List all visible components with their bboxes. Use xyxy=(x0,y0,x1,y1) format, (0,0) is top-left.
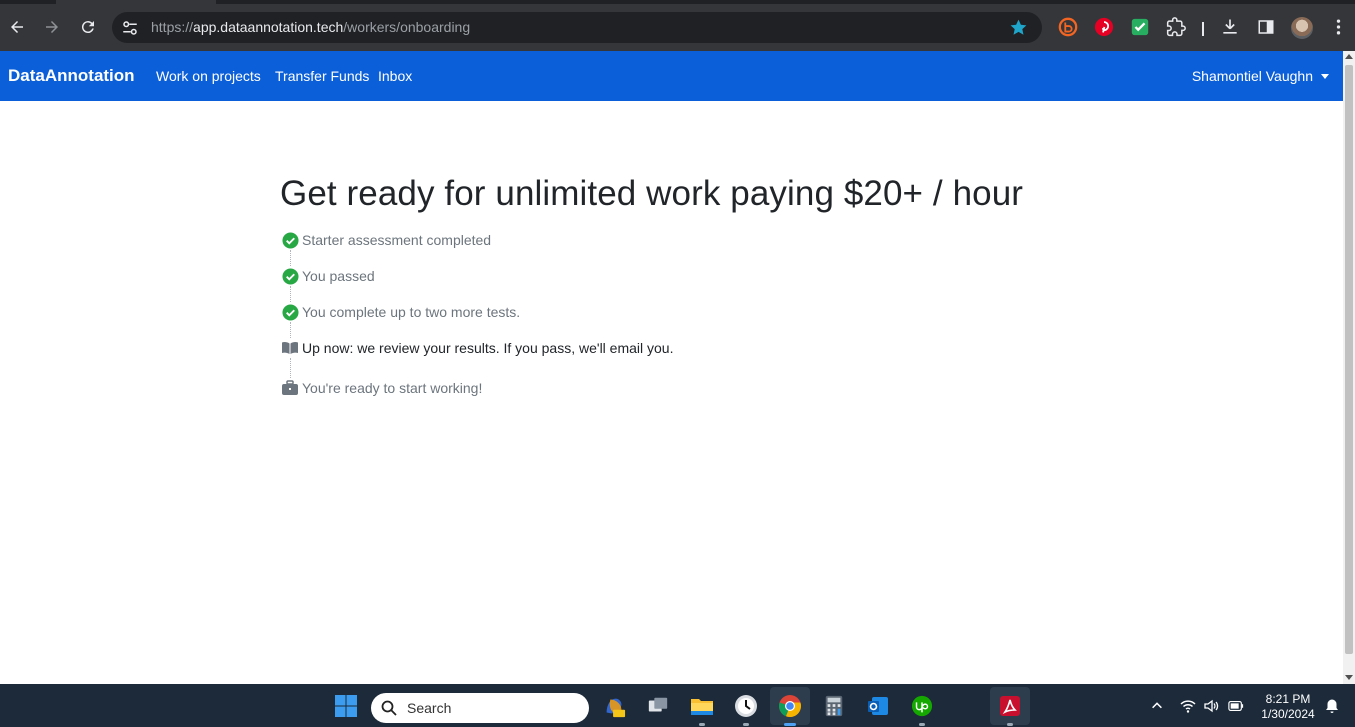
shield-extension-icon[interactable] xyxy=(1129,16,1151,38)
onboarding-step: You passed xyxy=(281,266,375,286)
copilot-icon[interactable] xyxy=(600,692,628,720)
briefcase-icon xyxy=(281,379,299,397)
notification-bell-icon[interactable] xyxy=(1324,698,1340,714)
extension-icon[interactable] xyxy=(1057,16,1079,38)
clock-date: 1/30/2024 xyxy=(1261,707,1315,721)
check-circle-icon xyxy=(281,231,299,249)
toolbar-separator xyxy=(1202,22,1204,36)
site-navbar: DataAnnotation Work on projects Transfer… xyxy=(0,51,1343,101)
chrome-icon[interactable] xyxy=(770,687,810,725)
upwork-icon[interactable] xyxy=(908,692,936,720)
windows-taskbar: Search 8:21 PM 1/30/2024 xyxy=(0,684,1355,727)
system-clock[interactable]: 8:21 PM 1/30/2024 xyxy=(1258,692,1318,722)
book-icon xyxy=(281,339,299,357)
nav-link-transfer-funds[interactable]: Transfer Funds xyxy=(275,68,369,84)
step-label: You complete up to two more tests. xyxy=(302,304,521,320)
wifi-icon[interactable] xyxy=(1180,698,1196,714)
clock-time: 8:21 PM xyxy=(1265,692,1311,706)
browser-toolbar: https://app.dataannotation.tech/workers/… xyxy=(0,4,1355,51)
outlook-icon[interactable] xyxy=(864,692,892,720)
running-indicator xyxy=(699,723,705,726)
url-path: /workers/onboarding xyxy=(343,19,471,35)
onboarding-step: You're ready to start working! xyxy=(281,378,482,398)
onboarding-step: Starter assessment completed xyxy=(281,230,491,250)
taskbar-search-box[interactable]: Search xyxy=(371,693,589,723)
step-label: Starter assessment completed xyxy=(302,232,492,248)
clock-app-icon[interactable] xyxy=(732,692,760,720)
download-icon[interactable] xyxy=(1219,16,1241,38)
reload-icon[interactable] xyxy=(73,12,103,42)
check-circle-icon xyxy=(281,267,299,285)
check-circle-icon xyxy=(281,303,299,321)
step-label: You passed xyxy=(302,268,375,284)
scroll-thumb[interactable] xyxy=(1345,65,1353,654)
back-icon[interactable] xyxy=(2,12,32,42)
page-title: Get ready for unlimited work paying $20+… xyxy=(280,174,1024,213)
active-indicator xyxy=(784,723,796,726)
windows-start-icon[interactable] xyxy=(332,692,360,720)
running-indicator xyxy=(743,723,749,726)
more-menu-icon[interactable] xyxy=(1327,16,1349,38)
bookmark-star-icon[interactable] xyxy=(1009,18,1028,37)
task-view-icon[interactable] xyxy=(644,692,672,720)
site-info-icon[interactable] xyxy=(121,19,139,37)
running-indicator xyxy=(1007,723,1013,726)
scroll-down-arrow-icon[interactable] xyxy=(1345,675,1353,680)
step-connector xyxy=(290,358,291,378)
chevron-up-icon[interactable] xyxy=(1149,698,1165,714)
brand-logo[interactable]: DataAnnotation xyxy=(8,66,135,86)
forward-icon[interactable] xyxy=(37,12,67,42)
step-connector xyxy=(290,250,291,266)
pinterest-icon[interactable] xyxy=(1093,16,1115,38)
step-connector xyxy=(290,286,291,302)
page-scrollbar[interactable] xyxy=(1343,51,1355,684)
onboarding-step-current: Up now: we review your results. If you p… xyxy=(281,338,674,358)
volume-icon[interactable] xyxy=(1203,698,1219,714)
profile-avatar[interactable] xyxy=(1291,17,1313,39)
onboarding-step: You complete up to two more tests. xyxy=(281,302,520,322)
address-bar[interactable]: https://app.dataannotation.tech/workers/… xyxy=(112,12,1042,43)
step-label: You're ready to start working! xyxy=(302,380,483,396)
nav-link-work-on-projects[interactable]: Work on projects xyxy=(156,68,261,84)
url-host: app.dataannotation.tech xyxy=(193,19,344,35)
url-text[interactable]: https://app.dataannotation.tech/workers/… xyxy=(151,19,470,35)
caret-down-icon xyxy=(1321,73,1329,79)
battery-icon[interactable] xyxy=(1228,698,1244,714)
step-connector xyxy=(290,322,291,338)
step-label: Up now: we review your results. If you p… xyxy=(302,340,674,356)
side-panel-icon[interactable] xyxy=(1255,16,1277,38)
user-name: Shamontiel Vaughn xyxy=(1191,68,1313,84)
url-scheme: https:// xyxy=(151,19,194,35)
scroll-up-arrow-icon[interactable] xyxy=(1345,54,1353,59)
search-placeholder: Search xyxy=(407,700,452,716)
file-explorer-icon[interactable] xyxy=(688,692,716,720)
acrobat-icon[interactable] xyxy=(990,687,1030,725)
running-indicator xyxy=(919,723,925,726)
search-icon xyxy=(381,700,397,716)
puzzle-icon[interactable] xyxy=(1165,16,1187,38)
user-menu-dropdown[interactable]: Shamontiel Vaughn xyxy=(1192,68,1329,84)
nav-link-inbox[interactable]: Inbox xyxy=(378,68,412,84)
calculator-icon[interactable] xyxy=(820,692,848,720)
